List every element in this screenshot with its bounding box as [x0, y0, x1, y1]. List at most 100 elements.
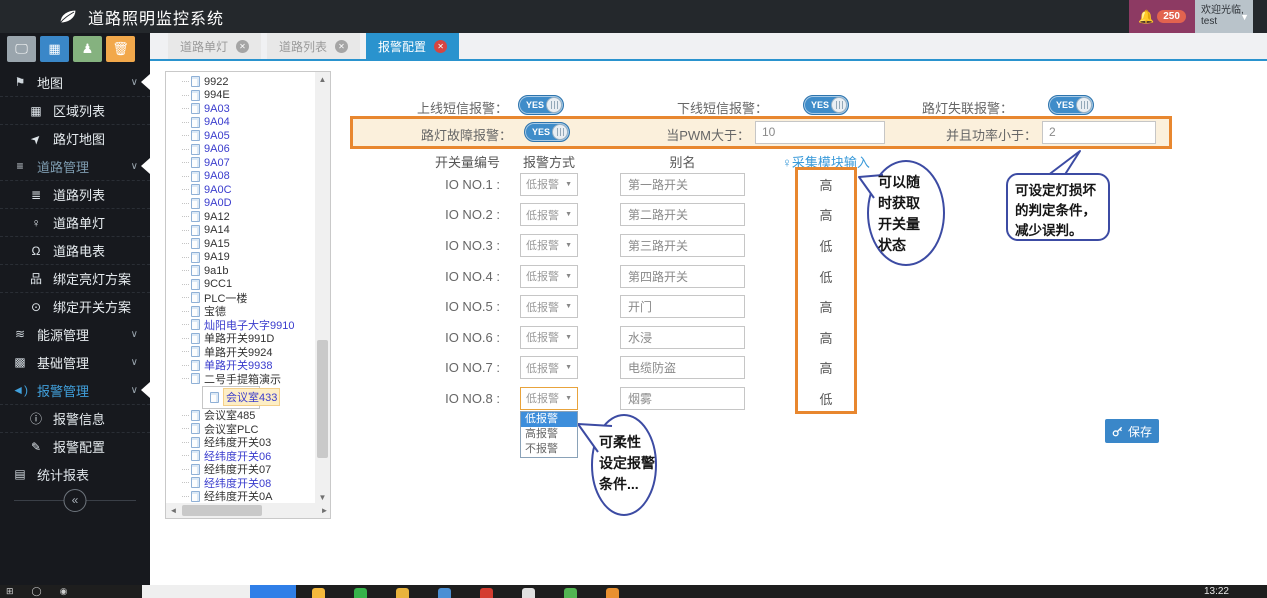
tree-item[interactable]: 9A14: [182, 224, 314, 238]
lamp-lost-alarm-toggle[interactable]: YES: [1048, 95, 1094, 115]
tree-item[interactable]: 9A19: [182, 251, 314, 265]
sidebar-item-label: 能源管理: [37, 325, 89, 344]
tab-道路列表[interactable]: 道路列表✕: [267, 33, 360, 59]
tree-item[interactable]: 9CC1: [182, 278, 314, 292]
offline-sms-alarm-toggle[interactable]: YES: [803, 95, 849, 115]
taskbar-search-button[interactable]: [250, 585, 296, 598]
tree-item[interactable]: 9A0C: [182, 183, 314, 197]
tree-item[interactable]: 9A12: [182, 210, 314, 224]
tree-item[interactable]: 9A0D: [182, 197, 314, 211]
lamp-fault-alarm-toggle[interactable]: YES: [524, 122, 570, 142]
sidebar-item-道路管理[interactable]: ≡道路管理∨: [0, 152, 150, 180]
file-icon: [191, 477, 200, 488]
tree-item[interactable]: 9a1b: [182, 264, 314, 278]
tab-道路单灯[interactable]: 道路单灯✕: [168, 33, 261, 59]
sidebar-item-道路列表[interactable]: ≣道路列表: [0, 180, 150, 208]
tree-item[interactable]: 994E: [182, 89, 314, 103]
alias-input[interactable]: 第一路开关: [620, 173, 745, 196]
power-icon: ⊙: [28, 300, 44, 314]
green-app-icon[interactable]: [564, 588, 577, 598]
tree-item[interactable]: 9A08: [182, 170, 314, 184]
close-icon[interactable]: ✕: [434, 40, 447, 53]
tree-item[interactable]: 二号手提箱演示: [182, 372, 314, 386]
user-menu[interactable]: 欢迎光临, test ▼: [1195, 0, 1253, 33]
quickbar-user-icon[interactable]: ♟: [73, 36, 102, 62]
quickbar-trash-icon[interactable]: 🗑: [106, 36, 135, 62]
sidebar-item-统计报表[interactable]: ▤统计报表: [0, 460, 150, 488]
sidebar-item-能源管理[interactable]: ≋能源管理∨: [0, 320, 150, 348]
alias-input[interactable]: 第四路开关: [620, 265, 745, 288]
scroll-up-icon[interactable]: ▲: [315, 72, 330, 87]
alarm-mode-select[interactable]: 低报警▼: [520, 173, 578, 196]
close-icon[interactable]: ✕: [236, 40, 249, 53]
file-icon: [191, 103, 200, 114]
close-icon[interactable]: ✕: [335, 40, 348, 53]
pwm-threshold-input[interactable]: 10: [755, 121, 885, 144]
record-app-icon[interactable]: [480, 588, 493, 598]
sidebar-item-绑定亮灯方案[interactable]: 品绑定亮灯方案: [0, 264, 150, 292]
tree-item[interactable]: 9A05: [182, 129, 314, 143]
start-icon[interactable]: ⊞: [6, 586, 14, 597]
tree-item[interactable]: 9A03: [182, 102, 314, 116]
sidebar-item-道路电表[interactable]: Ω道路电表: [0, 236, 150, 264]
taskbar-search-input[interactable]: [142, 585, 250, 598]
sidebar-item-报警信息[interactable]: ⓘ报警信息: [0, 404, 150, 432]
dropdown-option-高报警[interactable]: 高报警: [521, 427, 577, 442]
alarm-mode-select[interactable]: 低报警▼: [520, 265, 578, 288]
tree-item[interactable]: 9A06: [182, 143, 314, 157]
alarm-mode-select[interactable]: 低报警▼: [520, 234, 578, 257]
alarm-mode-select[interactable]: 低报警▼: [520, 356, 578, 379]
flame-app-icon[interactable]: [312, 588, 325, 598]
sidebar-divider: «: [14, 500, 136, 501]
alias-input[interactable]: 电缆防盗: [620, 356, 745, 379]
sidebar-item-地图[interactable]: ⚑地图∨: [0, 68, 150, 96]
sidebar-item-报警配置[interactable]: ✎报警配置: [0, 432, 150, 460]
tree-item[interactable]: PLC一楼: [182, 291, 314, 305]
dropdown-option-不报警[interactable]: 不报警: [521, 442, 577, 457]
scrollbar-thumb[interactable]: [317, 340, 328, 458]
module-input-state: 高: [745, 358, 907, 377]
online-sms-alarm-toggle[interactable]: YES: [518, 95, 564, 115]
sidebar-item-报警管理[interactable]: ◄)报警管理∨: [0, 376, 150, 404]
tree-item[interactable]: 9A15: [182, 237, 314, 251]
sidebar-item-绑定开关方案[interactable]: ⊙绑定开关方案: [0, 292, 150, 320]
sidebar-item-基础管理[interactable]: ▩基础管理∨: [0, 348, 150, 376]
bell-icon: 🔔: [1138, 9, 1154, 25]
cat-app-icon[interactable]: [522, 588, 535, 598]
grid-app-icon[interactable]: [438, 588, 451, 598]
tree-item[interactable]: 9A04: [182, 116, 314, 130]
sidebar-collapse-button[interactable]: «: [64, 489, 87, 512]
alarm-mode-select[interactable]: 低报警▼: [520, 203, 578, 226]
alias-input[interactable]: 烟雾: [620, 387, 745, 410]
mail-app-icon[interactable]: [354, 588, 367, 598]
tree-item[interactable]: 9922: [182, 75, 314, 89]
quickbar-grid-icon[interactable]: ▦: [40, 36, 69, 62]
alias-input[interactable]: 水浸: [620, 326, 745, 349]
tree-item[interactable]: 会议室433: [202, 386, 260, 409]
chrome-icon[interactable]: ◉: [60, 586, 68, 597]
scrollbar-thumb[interactable]: [182, 505, 262, 516]
sidebar-item-道路单灯[interactable]: ♀道路单灯: [0, 208, 150, 236]
scroll-left-icon[interactable]: ◄: [166, 503, 181, 518]
quickbar-monitor-icon[interactable]: 🖵: [7, 36, 36, 62]
tree-horizontal-scrollbar[interactable]: ◄ ►: [166, 503, 331, 518]
alarm-mode-select[interactable]: 低报警▼: [520, 387, 578, 410]
alias-input[interactable]: 第三路开关: [620, 234, 745, 257]
save-button[interactable]: 保存: [1105, 419, 1159, 443]
alias-input[interactable]: 第二路开关: [620, 203, 745, 226]
cortana-icon[interactable]: ◯: [32, 586, 42, 597]
sidebar-item-路灯地图[interactable]: ➤路灯地图: [0, 124, 150, 152]
scroll-right-icon[interactable]: ►: [317, 503, 331, 518]
folder-icon[interactable]: [396, 588, 409, 598]
power-threshold-input[interactable]: 2: [1042, 121, 1156, 144]
dropdown-option-低报警[interactable]: 低报警: [521, 412, 577, 427]
alarm-mode-select[interactable]: 低报警▼: [520, 295, 578, 318]
alarm-mode-select[interactable]: 低报警▼: [520, 326, 578, 349]
tree-item[interactable]: 9A07: [182, 156, 314, 170]
notification-area[interactable]: 🔔 250: [1129, 0, 1195, 33]
tree-vertical-scrollbar[interactable]: ▲ ▼: [315, 72, 330, 505]
alias-input[interactable]: 开门: [620, 295, 745, 318]
sidebar-item-区域列表[interactable]: ▦区域列表: [0, 96, 150, 124]
orange-app-icon[interactable]: [606, 588, 619, 598]
tab-报警配置[interactable]: 报警配置✕: [366, 33, 459, 59]
